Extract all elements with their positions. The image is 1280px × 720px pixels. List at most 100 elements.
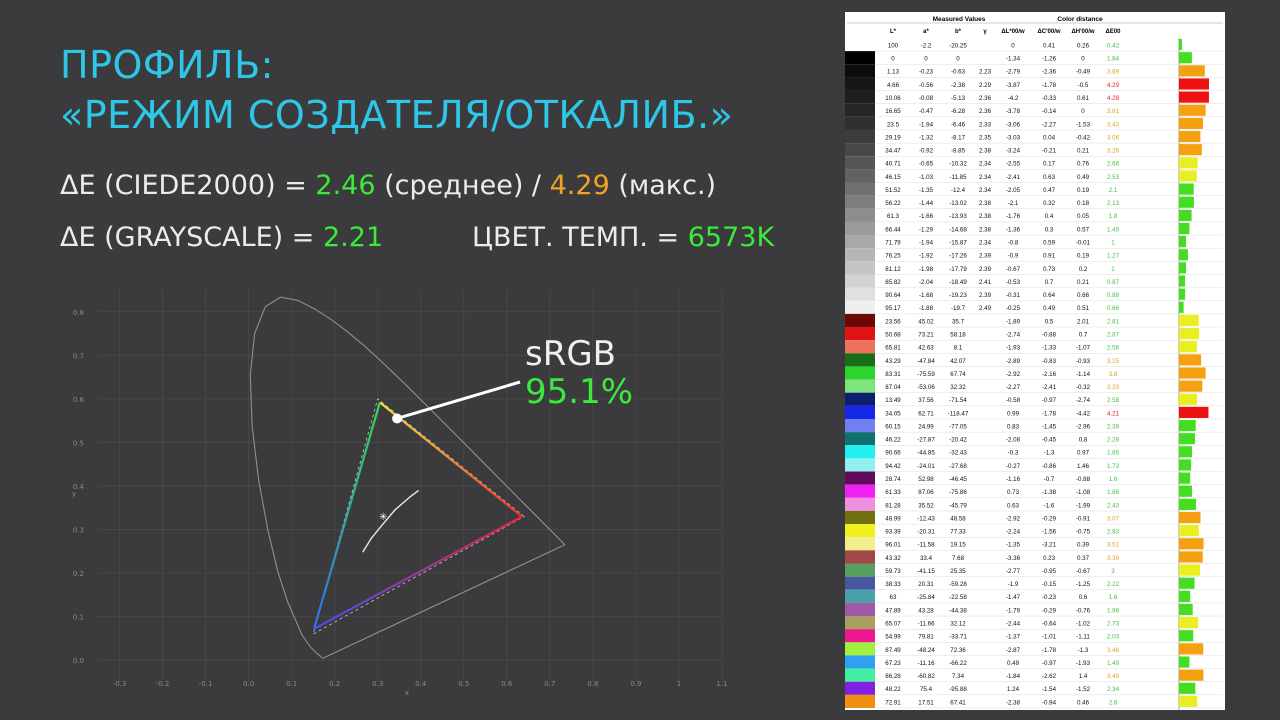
table-cell: 0 — [1011, 42, 1015, 49]
delta-e-bar — [1179, 682, 1196, 694]
table-cell: -2.04 — [919, 279, 934, 286]
table-cell: -1.47 — [1006, 594, 1021, 601]
row-swatch — [845, 537, 875, 551]
grayscale-value: 2.21 — [323, 222, 384, 253]
table-cell: 0.21 — [1077, 148, 1090, 155]
table-cell: 7.68 — [952, 555, 965, 562]
table-cell: -2.08 — [1006, 437, 1021, 444]
table-cell: -0.33 — [1042, 95, 1057, 102]
table-cell: -3.21 — [1042, 542, 1057, 549]
table-cell: -71.54 — [949, 397, 967, 404]
spectral-locus — [249, 296, 566, 659]
table-cell: 1 — [1111, 266, 1115, 273]
srgb-name: sRGB — [525, 334, 617, 374]
table-cell: -53.06 — [917, 384, 935, 391]
row-swatch — [845, 90, 875, 104]
table-cell: 0.5 — [1045, 318, 1054, 325]
table-cell: 34.05 — [885, 410, 901, 417]
table-cell: -0.23 — [919, 69, 934, 76]
delta-e-bar — [1179, 577, 1195, 589]
table-column-header: ΔH'00/w — [1071, 29, 1094, 35]
row-swatch — [845, 129, 875, 144]
y-axis-label: y — [72, 490, 76, 498]
table-cell: 58.18 — [950, 331, 966, 338]
table-cell: -2.38 — [1006, 699, 1021, 706]
table-cell: 2.53 — [1107, 174, 1120, 181]
table-cell: 34.47 — [885, 148, 901, 155]
row-swatch — [845, 156, 875, 170]
table-cell: 2.34 — [1107, 686, 1120, 693]
table-cell: -59.28 — [949, 581, 967, 588]
delta-e-bar — [1179, 603, 1193, 616]
row-swatch — [845, 51, 875, 65]
table-cell: 61.33 — [885, 489, 901, 496]
table-cell: 16.65 — [885, 108, 901, 115]
table-cell: 37.56 — [918, 397, 934, 404]
table-column-header: γ — [983, 29, 987, 35]
x-tick-label: -0.3 — [113, 680, 127, 688]
y-tick-label: 0.3 — [73, 527, 84, 535]
table-cell: 72.91 — [885, 699, 901, 706]
table-cell: 8.1 — [954, 345, 963, 352]
y-tick-label: 0.1 — [73, 614, 84, 622]
table-cell: 60.15 — [885, 423, 901, 430]
table-cell: -1.36 — [1006, 226, 1021, 233]
table-cell: 76.25 — [885, 253, 901, 260]
delta-e-bar — [1179, 341, 1197, 353]
table-cell: 0.37 — [1077, 555, 1090, 562]
table-cell: -0.83 — [1042, 358, 1057, 365]
table-cell: 0.7 — [1079, 331, 1088, 338]
table-cell: -1.56 — [1042, 529, 1057, 536]
row-swatch — [845, 668, 875, 682]
row-swatch — [845, 484, 875, 498]
delta-e-bar — [1179, 393, 1198, 405]
table-cell: 96.01 — [885, 542, 901, 549]
table-cell: 3 — [1111, 568, 1115, 575]
x-tick-label: 0.8 — [587, 680, 598, 688]
table-cell: 19.15 — [950, 542, 966, 549]
table-cell: 0.51 — [1077, 305, 1090, 312]
delta-e-bar — [1179, 498, 1197, 510]
x-tick-label: 0.6 — [501, 680, 513, 688]
table-cell: 24.99 — [918, 423, 934, 430]
y-tick-label: 0.7 — [73, 352, 84, 360]
table-cell: -19.23 — [949, 292, 967, 299]
table-cell: 2.41 — [979, 279, 992, 286]
table-cell: 2.39 — [979, 292, 992, 299]
table-cell: 2.39 — [979, 253, 992, 260]
delta-e-bar — [1179, 314, 1199, 327]
table-cell: 51.52 — [885, 187, 901, 194]
table-cell: 0.05 — [1077, 213, 1090, 220]
table-cell: -2.89 — [1006, 358, 1021, 365]
x-tick-label: 0.0 — [243, 680, 254, 688]
table-cell: 0.97 — [1077, 450, 1090, 457]
table-cell: 0.17 — [1043, 161, 1056, 168]
table-cell: 2.38 — [979, 213, 992, 220]
table-cell: -1.78 — [1042, 647, 1057, 654]
y-tick-label: 0.0 — [73, 657, 84, 665]
table-cell: -0.01 — [1076, 240, 1091, 247]
table-cell: -0.3 — [1008, 450, 1019, 457]
table-cell: -2.92 — [1006, 371, 1021, 378]
table-cell: -77.05 — [949, 423, 967, 430]
table-cell: 67.74 — [950, 371, 966, 378]
grayscale-prefix: ΔE (GRAYSCALE) = — [60, 222, 315, 253]
table-cell: 0.73 — [1043, 266, 1056, 273]
table-cell: 54.99 — [885, 634, 901, 641]
table-cell: -2.05 — [1006, 187, 1021, 194]
table-cell: 0.42 — [1107, 42, 1120, 49]
table-cell: 0.49 — [1077, 174, 1090, 181]
row-swatch — [845, 458, 875, 472]
table-cell: 2.34 — [979, 187, 992, 194]
table-cell: -0.65 — [919, 161, 934, 168]
table-cell: 52.98 — [918, 476, 934, 483]
table-column-header: ΔL*00/w — [1001, 29, 1025, 35]
row-swatch — [845, 300, 875, 314]
table-cell: 32.12 — [950, 620, 966, 627]
table-cell: -0.5 — [1078, 82, 1089, 89]
table-cell: 0 — [1081, 108, 1085, 115]
table-cell: 2.29 — [979, 82, 992, 89]
table-cell: 3.43 — [1107, 121, 1120, 128]
table-cell: 2.56 — [1107, 345, 1120, 352]
table-cell: 1.13 — [887, 69, 900, 76]
